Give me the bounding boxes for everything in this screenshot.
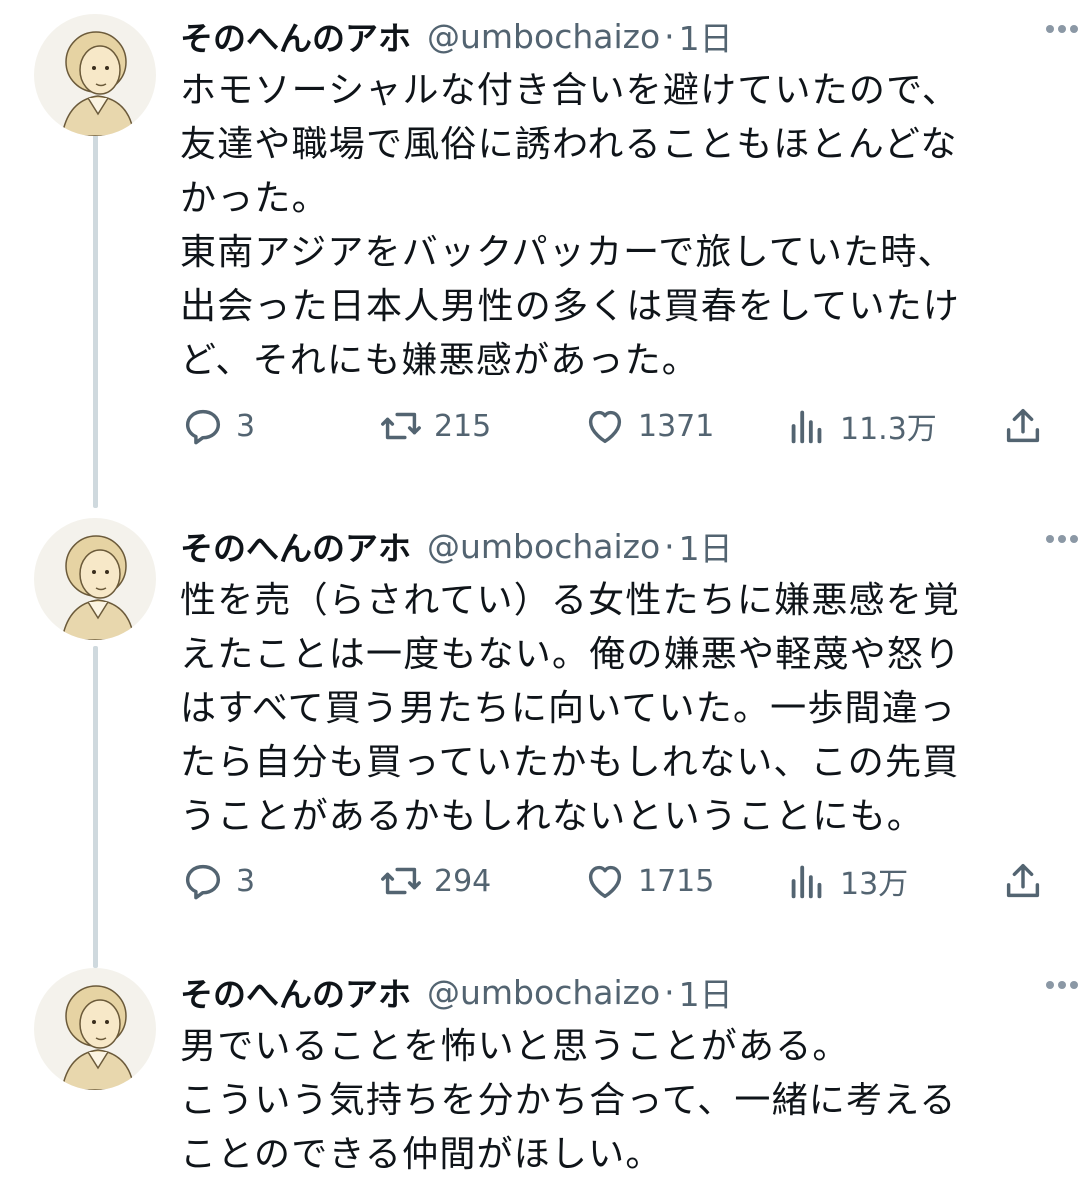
views-icon xyxy=(791,865,822,899)
retweet-count: 294 xyxy=(434,863,492,899)
separator-dot: · xyxy=(664,526,675,566)
avatar-portrait-image xyxy=(61,985,135,1090)
avatar-portrait-image xyxy=(61,31,135,136)
tweet-text: 性を売（らされてい）る女性たちに嫌悪感を覚 えたことは一度もない。俺の嫌悪や軽蔑… xyxy=(180,580,962,837)
reply-button[interactable]: 3 xyxy=(180,401,255,451)
display-name[interactable]: そのへんのアホ xyxy=(180,522,411,570)
display-name[interactable]: そのへんのアホ xyxy=(180,12,411,60)
more-dots-icon[interactable] xyxy=(1042,14,1082,44)
views-count: 11.3万 xyxy=(840,412,937,447)
share-button[interactable] xyxy=(1000,401,1046,451)
retweet-icon xyxy=(381,412,421,440)
retweet-button[interactable]: 215 xyxy=(378,401,491,451)
like-button[interactable]: 1715 xyxy=(582,856,714,906)
retweet-button[interactable]: 294 xyxy=(378,856,491,906)
retweet-icon xyxy=(381,867,421,895)
like-count: 1715 xyxy=(638,863,715,899)
reply-count: 3 xyxy=(236,408,256,444)
share-icon xyxy=(1006,408,1040,443)
user-handle[interactable]: @umbochaizo xyxy=(427,527,660,566)
tweet[interactable]: そのへんのアホ @umbochaizo · 1日 ホモソーシャルな付き合いを避け… xyxy=(0,8,1082,478)
retweet-count: 215 xyxy=(434,408,492,444)
tweet-header: そのへんのアホ @umbochaizo · 1日 xyxy=(180,12,1042,60)
like-button[interactable]: 1371 xyxy=(582,401,714,451)
reply-button[interactable]: 3 xyxy=(180,856,255,906)
user-handle[interactable]: @umbochaizo xyxy=(427,973,660,1012)
tweet[interactable]: そのへんのアホ @umbochaizo · 1日 男でいることを怖いと思うことが… xyxy=(0,964,1082,1200)
timestamp[interactable]: 1日 xyxy=(679,12,733,60)
tweet-text: 男でいることを怖いと思うことがある。 こういう気持ちを分かち合って、一緒に考える… xyxy=(180,1026,957,1175)
like-count: 1371 xyxy=(638,408,715,444)
tweet-actions: 3 215 1371 11.3万 xyxy=(180,401,1050,451)
tweet-header: そのへんのアホ @umbochaizo · 1日 xyxy=(180,968,1042,1016)
timestamp[interactable]: 1日 xyxy=(679,968,733,1016)
views-count: 13万 xyxy=(840,867,909,902)
tweet[interactable]: そのへんのアホ @umbochaizo · 1日 性を売（らされてい）る女性たち… xyxy=(0,518,1082,928)
reply-count: 3 xyxy=(236,863,256,899)
avatar-portrait-image xyxy=(61,535,135,640)
tweet-actions: 3 294 1715 13万 xyxy=(180,856,1050,906)
more-dots-icon[interactable] xyxy=(1042,970,1082,1000)
reply-icon xyxy=(185,409,221,445)
share-icon xyxy=(1006,863,1040,898)
avatar[interactable] xyxy=(34,518,156,640)
tweet-text: ホモソーシャルな付き合いを避けていたので、 友達や職場で風俗に誘われることもほと… xyxy=(180,70,961,381)
avatar[interactable] xyxy=(34,14,156,136)
separator-dot: · xyxy=(664,972,675,1012)
views-button[interactable]: 13万 xyxy=(784,856,908,906)
display-name[interactable]: そのへんのアホ xyxy=(180,968,411,1016)
tweet-header: そのへんのアホ @umbochaizo · 1日 xyxy=(180,522,1042,570)
separator-dot: · xyxy=(664,16,675,56)
avatar[interactable] xyxy=(34,968,156,1090)
views-button[interactable]: 11.3万 xyxy=(784,401,937,451)
reply-icon xyxy=(185,864,221,900)
share-button[interactable] xyxy=(1000,856,1046,906)
more-dots-icon[interactable] xyxy=(1042,524,1082,554)
views-icon xyxy=(791,410,822,444)
user-handle[interactable]: @umbochaizo xyxy=(427,17,660,56)
heart-icon xyxy=(588,865,622,899)
heart-icon xyxy=(588,410,622,444)
timestamp[interactable]: 1日 xyxy=(679,522,733,570)
